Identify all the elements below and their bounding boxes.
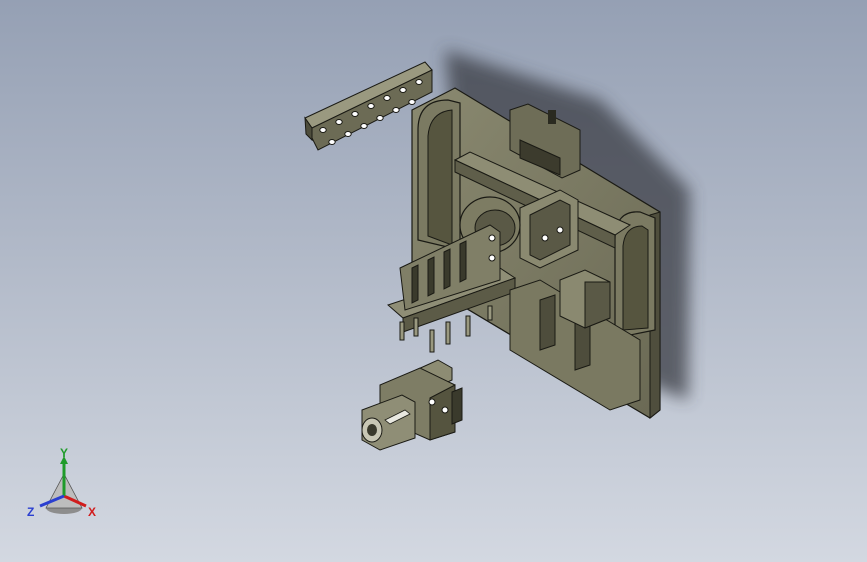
z-axis-label: Z (27, 505, 34, 519)
rotary-actuator[interactable] (361, 359, 463, 451)
left-upright-bracket[interactable] (417, 99, 461, 251)
x-axis-label: X (88, 505, 96, 519)
small-motor-box[interactable] (559, 269, 611, 329)
y-axis-label: Y (60, 446, 68, 460)
cad-viewport[interactable]: Y X Z (0, 0, 867, 562)
assembly-model[interactable] (0, 0, 867, 562)
coordinate-triad: Y X Z (27, 446, 96, 519)
